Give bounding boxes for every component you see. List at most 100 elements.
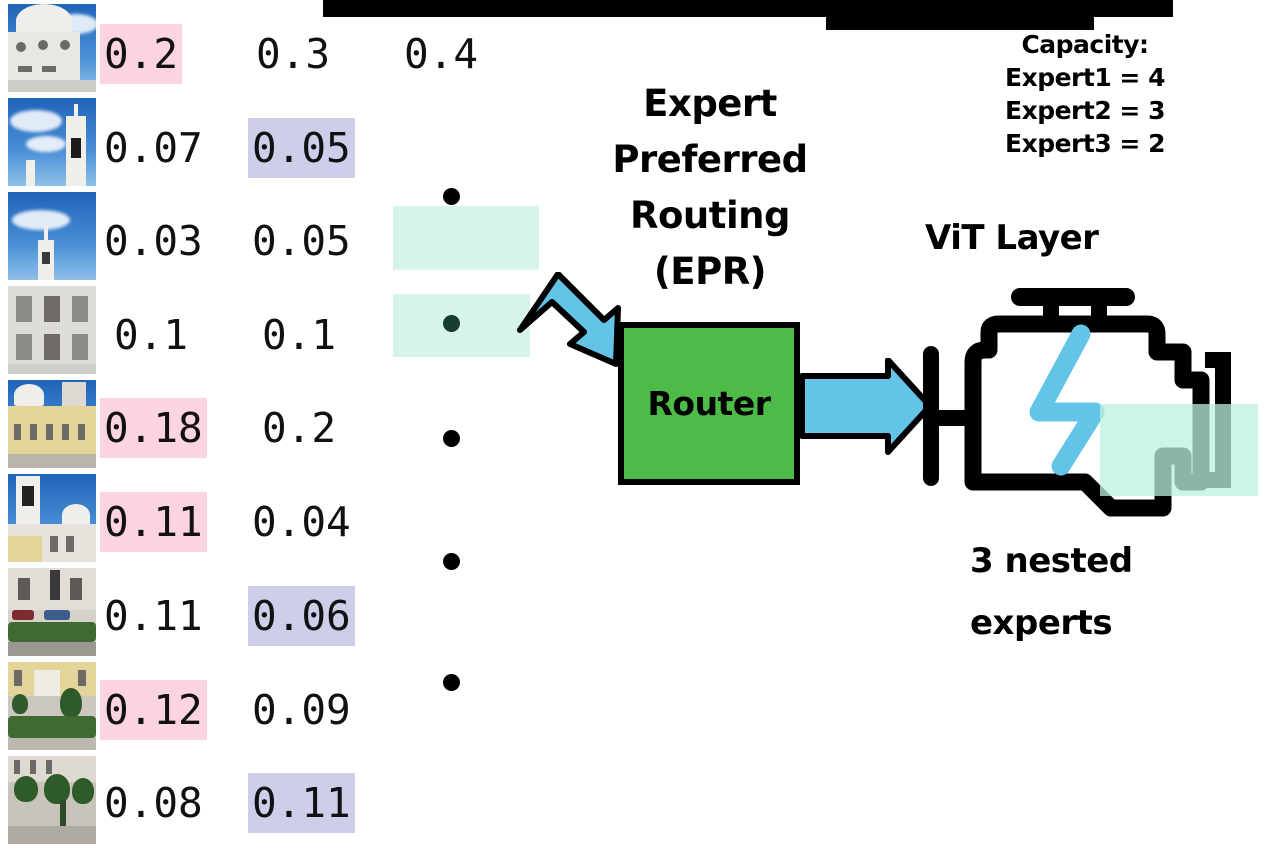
thumb-hedge — [8, 716, 96, 738]
prob-r9-e1: 0.08 — [104, 779, 203, 827]
ellipsis-dot-3 — [443, 430, 460, 447]
thumb-portico — [34, 670, 60, 696]
prob-r5-e2: 0.2 — [262, 404, 337, 452]
thumb-cloud — [10, 110, 62, 132]
thumb-window — [14, 670, 22, 686]
ellipsis-dot-4 — [443, 553, 460, 570]
ellipsis-dot-1 — [443, 188, 460, 205]
vit-layer-label: ViT Layer — [925, 218, 1099, 258]
prob-r3-e2: 0.05 — [252, 217, 351, 265]
prob-r8-e1: 0.12 — [100, 680, 207, 740]
thumb-window — [62, 424, 69, 440]
token-thumbnail-4 — [8, 286, 96, 374]
thumb-tree — [72, 778, 94, 804]
token-thumbnail-8 — [8, 662, 96, 750]
prob-r5-e1: 0.18 — [100, 398, 207, 458]
lightning-bolt-icon — [1029, 324, 1105, 476]
prob-r4-e2: 0.1 — [262, 311, 337, 359]
thumb-window — [70, 578, 82, 600]
thumb-window — [46, 760, 52, 774]
thumb-window — [78, 424, 85, 440]
thumb-small-tower — [26, 160, 35, 186]
thumb-window — [30, 424, 37, 440]
thumb-window — [16, 334, 32, 360]
thumb-belfry — [42, 252, 50, 264]
thumb-base — [8, 454, 96, 468]
prob-r1-e2: 0.3 — [256, 30, 331, 78]
thumb-window — [46, 424, 53, 440]
thumb-window — [44, 334, 60, 360]
token-thumbnail-1 — [8, 4, 96, 92]
engine-top-bar — [1011, 288, 1135, 306]
thumb-signpost — [50, 570, 60, 600]
token-thumbnail-3 — [8, 192, 96, 280]
router-label: Router — [647, 384, 771, 423]
router-box[interactable]: Router — [618, 322, 800, 485]
thumb-tree — [44, 774, 70, 804]
token-thumbnail-6 — [8, 474, 96, 562]
token-thumbnail-2 — [8, 98, 96, 186]
token-mint-box-1 — [393, 206, 539, 270]
prob-r2-e1: 0.07 — [104, 124, 203, 172]
engine-right-post — [1215, 352, 1231, 488]
thumb-window — [78, 670, 86, 686]
prob-r1-e3: 0.4 — [404, 30, 479, 78]
thumb-window — [42, 66, 56, 72]
thumb-window — [30, 760, 36, 774]
thumb-tree — [12, 694, 28, 714]
redaction-bar-inner — [826, 0, 1094, 30]
thumb-belfry — [22, 486, 34, 506]
engine-right-connector-bottom — [1205, 472, 1231, 488]
prob-r7-e2: 0.06 — [248, 586, 355, 646]
thumb-window — [16, 42, 26, 52]
thumb-dome — [62, 504, 90, 526]
thumb-window — [66, 536, 74, 552]
thumb-window — [38, 40, 48, 50]
thumb-wing — [8, 536, 42, 562]
thumb-car — [44, 610, 70, 620]
prob-r7-e1: 0.11 — [104, 592, 203, 640]
thumb-window — [50, 536, 58, 552]
arrow-tokens-to-router — [517, 272, 621, 367]
thumb-window — [18, 66, 32, 72]
prob-r1-e1: 0.2 — [100, 24, 183, 84]
prob-r4-e1: 0.1 — [114, 311, 189, 359]
thumb-path — [8, 738, 96, 750]
prob-r9-e2: 0.11 — [248, 773, 355, 833]
thumb-dome — [14, 384, 44, 406]
thumb-window — [14, 424, 21, 440]
thumb-window — [44, 296, 60, 322]
thumb-cornice — [8, 80, 96, 92]
ellipsis-dot-5 — [443, 674, 460, 691]
thumb-tree — [14, 776, 38, 802]
token-thumbnail-5 — [8, 380, 96, 468]
thumb-spire — [44, 226, 48, 242]
diagram-canvas: 0.2 0.3 0.4 0.07 0.05 0.03 0.05 0.1 0.1 … — [0, 0, 1272, 846]
capacity-legend: Capacity: Expert1 = 4 Expert2 = 3 Expert… — [1005, 30, 1165, 158]
thumb-road — [8, 642, 96, 656]
ellipsis-dot-2 — [443, 315, 460, 332]
prob-r8-e2: 0.09 — [252, 686, 351, 734]
thumb-window — [16, 296, 32, 322]
prob-r6-e1: 0.11 — [100, 492, 207, 552]
thumb-cornice — [8, 364, 96, 374]
prob-r2-e2: 0.05 — [248, 118, 355, 178]
token-thumbnail-9 — [8, 756, 96, 844]
thumb-cloud — [26, 136, 66, 152]
thumb-window — [60, 40, 70, 50]
thumb-car — [12, 610, 34, 620]
thumb-spire — [74, 104, 78, 118]
thumb-hedge — [8, 622, 96, 642]
epr-label: Expert Preferred Routing (EPR) — [612, 82, 808, 293]
thumb-window — [72, 334, 88, 360]
thumb-tree — [60, 688, 82, 718]
prob-r6-e2: 0.04 — [252, 498, 351, 546]
thumb-path — [8, 826, 96, 844]
thumb-belfry — [71, 138, 81, 158]
nested-experts-label: 3 nested experts — [970, 541, 1133, 643]
prob-r3-e1: 0.03 — [104, 217, 203, 265]
thumb-window — [14, 760, 20, 774]
thumb-window — [72, 296, 88, 322]
token-thumbnail-7 — [8, 568, 96, 656]
thumb-window — [18, 578, 30, 600]
